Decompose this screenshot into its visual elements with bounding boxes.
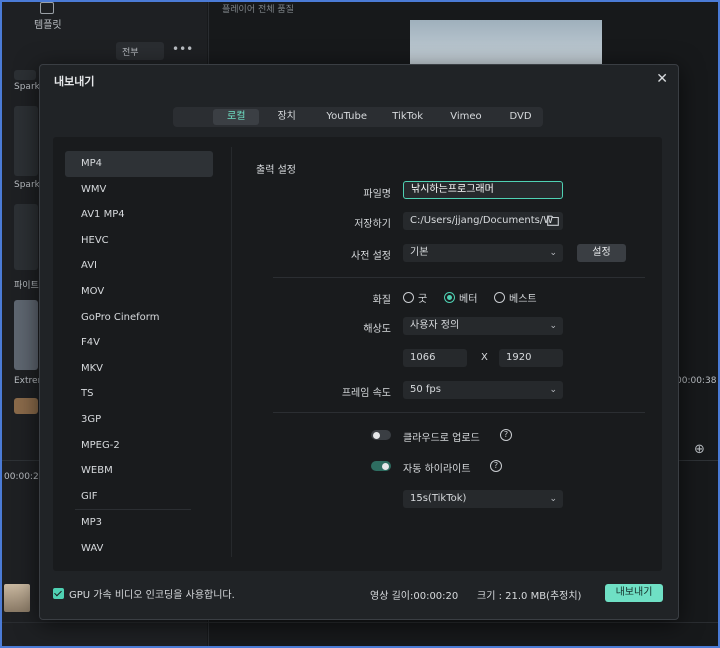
size-text: 크기 : 21.0 MB(추정치) bbox=[477, 591, 582, 602]
height-input[interactable]: 1920 bbox=[499, 349, 563, 367]
close-icon[interactable]: ✕ bbox=[656, 71, 668, 87]
player-preview bbox=[410, 20, 602, 66]
media-thumbnail-label: Spark bbox=[14, 82, 40, 92]
format-item-f4v[interactable]: F4V bbox=[65, 330, 213, 356]
radio-selected-icon bbox=[444, 292, 455, 303]
filename-label: 파일명 bbox=[363, 189, 391, 200]
framerate-label: 프레임 속도 bbox=[341, 388, 391, 399]
format-list: MP4 WMV AV1 MP4 HEVC AVI MOV GoPro Cinef… bbox=[65, 151, 213, 562]
media-thumbnail[interactable] bbox=[14, 204, 38, 270]
dialog-title: 내보내기 bbox=[54, 75, 95, 88]
timecode: 00:00:38 bbox=[676, 376, 717, 386]
quality-option-label: 베스트 bbox=[509, 294, 537, 305]
tab-vimeo[interactable]: Vimeo bbox=[442, 109, 490, 125]
timeline-clip[interactable] bbox=[4, 584, 30, 612]
resolution-value: 사용자 정의 bbox=[410, 320, 460, 331]
output-settings-title: 출력 설정 bbox=[256, 165, 296, 176]
tab-tiktok[interactable]: TikTok bbox=[384, 109, 432, 125]
gpu-acceleration-checkbox[interactable]: GPU 가속 비디오 인코딩을 사용합니다. bbox=[53, 586, 235, 601]
media-thumbnail[interactable] bbox=[14, 70, 36, 80]
format-item-gif[interactable]: GIF bbox=[65, 484, 213, 510]
format-item-wav[interactable]: WAV bbox=[65, 536, 213, 562]
media-thumbnail[interactable] bbox=[14, 106, 38, 176]
quality-option-better[interactable]: 베터 bbox=[444, 290, 477, 305]
format-item-mkv[interactable]: MKV bbox=[65, 356, 213, 382]
tab-youtube[interactable]: YouTube bbox=[318, 109, 376, 125]
filename-input[interactable]: 낚시하는프로그래머 bbox=[403, 181, 563, 199]
dimension-separator: X bbox=[481, 352, 488, 363]
tab-device[interactable]: 장치 bbox=[263, 109, 309, 125]
help-icon[interactable]: ? bbox=[500, 429, 512, 441]
format-item-wmv[interactable]: WMV bbox=[65, 177, 213, 203]
format-item-3gp[interactable]: 3GP bbox=[65, 407, 213, 433]
format-item-hevc[interactable]: HEVC bbox=[65, 228, 213, 254]
templates-icon[interactable] bbox=[40, 2, 54, 14]
quality-option-good[interactable]: 굿 bbox=[403, 290, 427, 305]
preset-value: 기본 bbox=[410, 247, 429, 258]
preset-dropdown[interactable]: 기본 ⌄ bbox=[403, 244, 563, 262]
format-item-mov[interactable]: MOV bbox=[65, 279, 213, 305]
help-icon[interactable]: ? bbox=[490, 460, 502, 472]
folder-icon[interactable] bbox=[547, 215, 559, 226]
section-divider bbox=[273, 412, 645, 413]
duration-text: 영상 길이:00:00:20 bbox=[370, 591, 459, 602]
media-thumbnail-label: Spark bbox=[14, 180, 40, 190]
templates-label[interactable]: 템플릿 bbox=[34, 16, 62, 31]
highlight-duration-dropdown[interactable]: 15s(TikTok) ⌄ bbox=[403, 490, 563, 508]
save-location-label: 저장하기 bbox=[354, 219, 391, 230]
more-options-icon[interactable]: ••• bbox=[172, 42, 193, 56]
format-item-gopro-cineform[interactable]: GoPro Cineform bbox=[65, 305, 213, 331]
chevron-down-icon: ⌄ bbox=[549, 248, 557, 258]
timeline-divider bbox=[2, 622, 718, 623]
preset-settings-button[interactable]: 설정 bbox=[577, 244, 626, 262]
width-input[interactable]: 1066 bbox=[403, 349, 467, 367]
format-item-mp4[interactable]: MP4 bbox=[65, 151, 213, 177]
quality-option-best[interactable]: 베스트 bbox=[494, 290, 537, 305]
quality-label: 화질 bbox=[372, 295, 391, 306]
format-item-av1-mp4[interactable]: AV1 MP4 bbox=[65, 202, 213, 228]
quality-option-label: 베터 bbox=[459, 294, 478, 305]
auto-highlight-toggle[interactable] bbox=[371, 461, 391, 471]
chevron-down-icon: ⌄ bbox=[549, 494, 557, 504]
framerate-dropdown[interactable]: 50 fps ⌄ bbox=[403, 381, 563, 399]
format-item-ts[interactable]: TS bbox=[65, 381, 213, 407]
tab-local[interactable]: 로컬 bbox=[213, 109, 260, 125]
export-settings-panel: MP4 WMV AV1 MP4 HEVC AVI MOV GoPro Cinef… bbox=[53, 137, 662, 571]
export-dialog: 내보내기 ✕ 로컬 장치 YouTube TikTok Vimeo DVD MP… bbox=[39, 64, 679, 620]
add-track-icon[interactable]: ⊕ bbox=[694, 442, 705, 457]
format-item-mp3[interactable]: MP3 bbox=[65, 510, 213, 536]
panel-divider bbox=[231, 147, 232, 557]
resolution-label: 해상도 bbox=[363, 324, 391, 335]
highlight-duration-value: 15s(TikTok) bbox=[410, 493, 467, 504]
export-tabs: 로컬 장치 YouTube TikTok Vimeo DVD bbox=[173, 107, 543, 127]
player-label: 플레이어 전체 품질 bbox=[222, 5, 294, 15]
radio-icon bbox=[494, 292, 505, 303]
section-divider bbox=[273, 277, 645, 278]
auto-highlight-label: 자동 하이라이트 bbox=[403, 464, 471, 475]
quality-option-label: 굿 bbox=[418, 294, 428, 305]
filter-dropdown[interactable]: 전부 bbox=[116, 42, 164, 60]
chevron-down-icon: ⌄ bbox=[549, 321, 557, 331]
save-path-text: C:/Users/jjang/Documents/W bbox=[410, 215, 554, 226]
resolution-dropdown[interactable]: 사용자 정의 ⌄ bbox=[403, 317, 563, 335]
export-button[interactable]: 내보내기 bbox=[605, 584, 663, 602]
preset-label: 사전 설정 bbox=[351, 251, 391, 262]
radio-icon bbox=[403, 292, 414, 303]
chevron-down-icon: ⌄ bbox=[549, 385, 557, 395]
media-thumbnail-label: 파이트 bbox=[14, 281, 39, 291]
format-item-mpeg-2[interactable]: MPEG-2 bbox=[65, 433, 213, 459]
cloud-upload-toggle[interactable] bbox=[371, 430, 391, 440]
checkbox-checked-icon bbox=[53, 588, 64, 599]
format-item-webm[interactable]: WEBM bbox=[65, 458, 213, 484]
gpu-acceleration-label: GPU 가속 비디오 인코딩을 사용합니다. bbox=[69, 590, 235, 601]
media-thumbnail[interactable] bbox=[14, 398, 38, 414]
format-item-avi[interactable]: AVI bbox=[65, 253, 213, 279]
media-thumbnail[interactable] bbox=[14, 300, 38, 370]
cloud-upload-label: 클라우드로 업로드 bbox=[403, 433, 480, 444]
save-path-field[interactable]: C:/Users/jjang/Documents/W bbox=[403, 212, 563, 230]
tab-dvd[interactable]: DVD bbox=[500, 109, 541, 125]
framerate-value: 50 fps bbox=[410, 384, 441, 395]
